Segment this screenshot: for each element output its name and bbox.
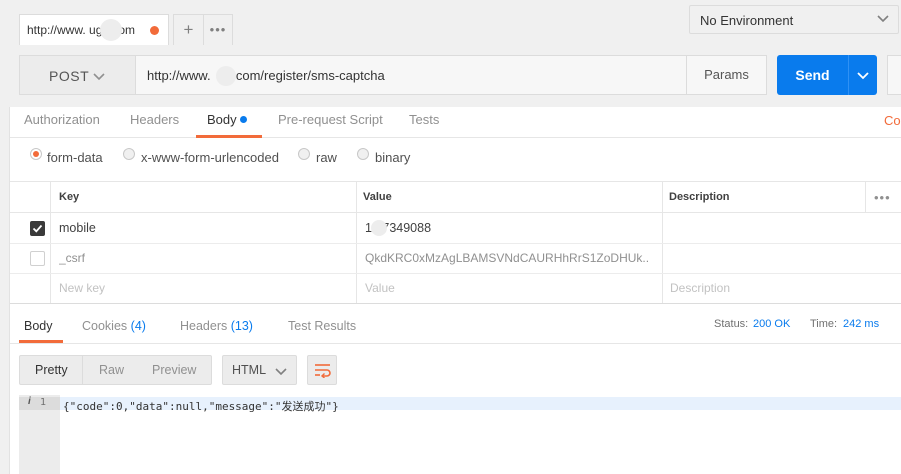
radio-form-data[interactable] — [30, 148, 42, 160]
send-options-button[interactable] — [848, 55, 877, 95]
sidebar-edge — [0, 107, 10, 474]
active-tab-indicator — [19, 340, 63, 343]
info-icon: i — [28, 396, 31, 407]
new-description-input[interactable]: Description — [670, 281, 730, 295]
line-number: 1 — [40, 397, 47, 408]
new-tab-button[interactable]: + — [173, 14, 204, 45]
response-tab-headers[interactable]: Headers (13) — [180, 319, 253, 333]
redaction-mark — [216, 66, 236, 86]
response-tab-headers-label: Headers — [180, 319, 228, 333]
wrap-lines-icon — [315, 364, 331, 378]
param-value[interactable]: QkdKRC0xMzAgLBAMSVNdCAURHhRrS1ZoDHUk... — [365, 251, 650, 265]
code-link[interactable]: Code — [884, 113, 901, 128]
column-description: Description — [669, 191, 730, 203]
column-divider — [865, 182, 866, 213]
method-label: POST — [49, 68, 90, 84]
tab-body[interactable]: Body — [207, 112, 237, 127]
column-value: Value — [363, 191, 392, 203]
status-value: 200 OK — [753, 318, 791, 330]
tab-pre-request-script[interactable]: Pre-request Script — [278, 112, 383, 127]
unsaved-dot-icon — [150, 26, 159, 35]
format-select-label: HTML — [232, 363, 267, 377]
redaction-mark — [371, 220, 387, 236]
time-value: 242 ms — [843, 318, 880, 330]
view-divider — [82, 356, 83, 384]
params-table-header — [10, 182, 901, 213]
save-button[interactable] — [887, 55, 901, 95]
body-modified-dot-icon — [240, 116, 247, 123]
radio-urlencoded[interactable] — [123, 148, 135, 160]
view-preview-button[interactable]: Preview — [152, 363, 196, 377]
params-button[interactable]: Params — [686, 55, 767, 95]
chevron-down-icon — [275, 368, 287, 376]
response-tab-cookies-label: Cookies — [82, 319, 128, 333]
time-label: Time: — [810, 318, 838, 330]
param-key[interactable]: _csrf — [59, 251, 85, 265]
more-columns-button[interactable]: ••• — [874, 190, 891, 205]
environment-select[interactable]: No Environment — [689, 5, 899, 34]
more-tabs-button[interactable]: ••• — [203, 14, 233, 45]
tab-tests[interactable]: Tests — [409, 112, 439, 127]
radio-binary[interactable] — [357, 148, 369, 160]
method-select[interactable]: POST — [19, 55, 136, 95]
row-divider — [10, 243, 901, 244]
column-key: Key — [59, 191, 80, 203]
param-key[interactable]: mobile — [59, 221, 96, 235]
checkmark-icon — [32, 224, 43, 233]
new-value-input[interactable]: Value — [365, 281, 395, 295]
headers-count: (13) — [230, 319, 253, 333]
response-tab-cookies[interactable]: Cookies (4) — [82, 319, 146, 333]
chevron-down-icon — [877, 15, 889, 23]
response-code-line: {"code":0,"data":null,"message":"发送成功"} — [63, 400, 339, 413]
cookies-count: (4) — [130, 319, 146, 333]
new-key-input[interactable]: New key — [59, 281, 105, 295]
tab-authorization[interactable]: Authorization — [24, 112, 100, 127]
view-pretty-button[interactable]: Pretty — [35, 363, 68, 377]
response-tab-body[interactable]: Body — [24, 319, 53, 333]
response-tab-test-results[interactable]: Test Results — [288, 319, 356, 333]
send-button[interactable]: Send — [777, 55, 848, 95]
chevron-down-icon — [857, 72, 869, 80]
wrap-lines-button[interactable] — [307, 355, 337, 385]
radio-form-data-label[interactable]: form-data — [47, 150, 103, 165]
radio-urlencoded-label[interactable]: x-www-form-urlencoded — [141, 150, 279, 165]
row-divider — [10, 273, 901, 274]
radio-raw[interactable] — [298, 148, 310, 160]
chevron-down-icon — [93, 73, 105, 81]
status-label: Status: — [714, 318, 749, 330]
row-enabled-checkbox[interactable] — [30, 251, 45, 266]
radio-binary-label[interactable]: binary — [375, 150, 410, 165]
format-select[interactable]: HTML — [222, 355, 297, 385]
radio-raw-label[interactable]: raw — [316, 150, 337, 165]
tab-headers[interactable]: Headers — [130, 112, 179, 127]
view-raw-button[interactable]: Raw — [99, 363, 124, 377]
request-tab[interactable]: http://www. ugg.com — [19, 14, 169, 45]
row-enabled-checkbox[interactable] — [30, 221, 45, 236]
redaction-mark — [100, 19, 122, 41]
environment-select-label: No Environment — [700, 13, 794, 28]
